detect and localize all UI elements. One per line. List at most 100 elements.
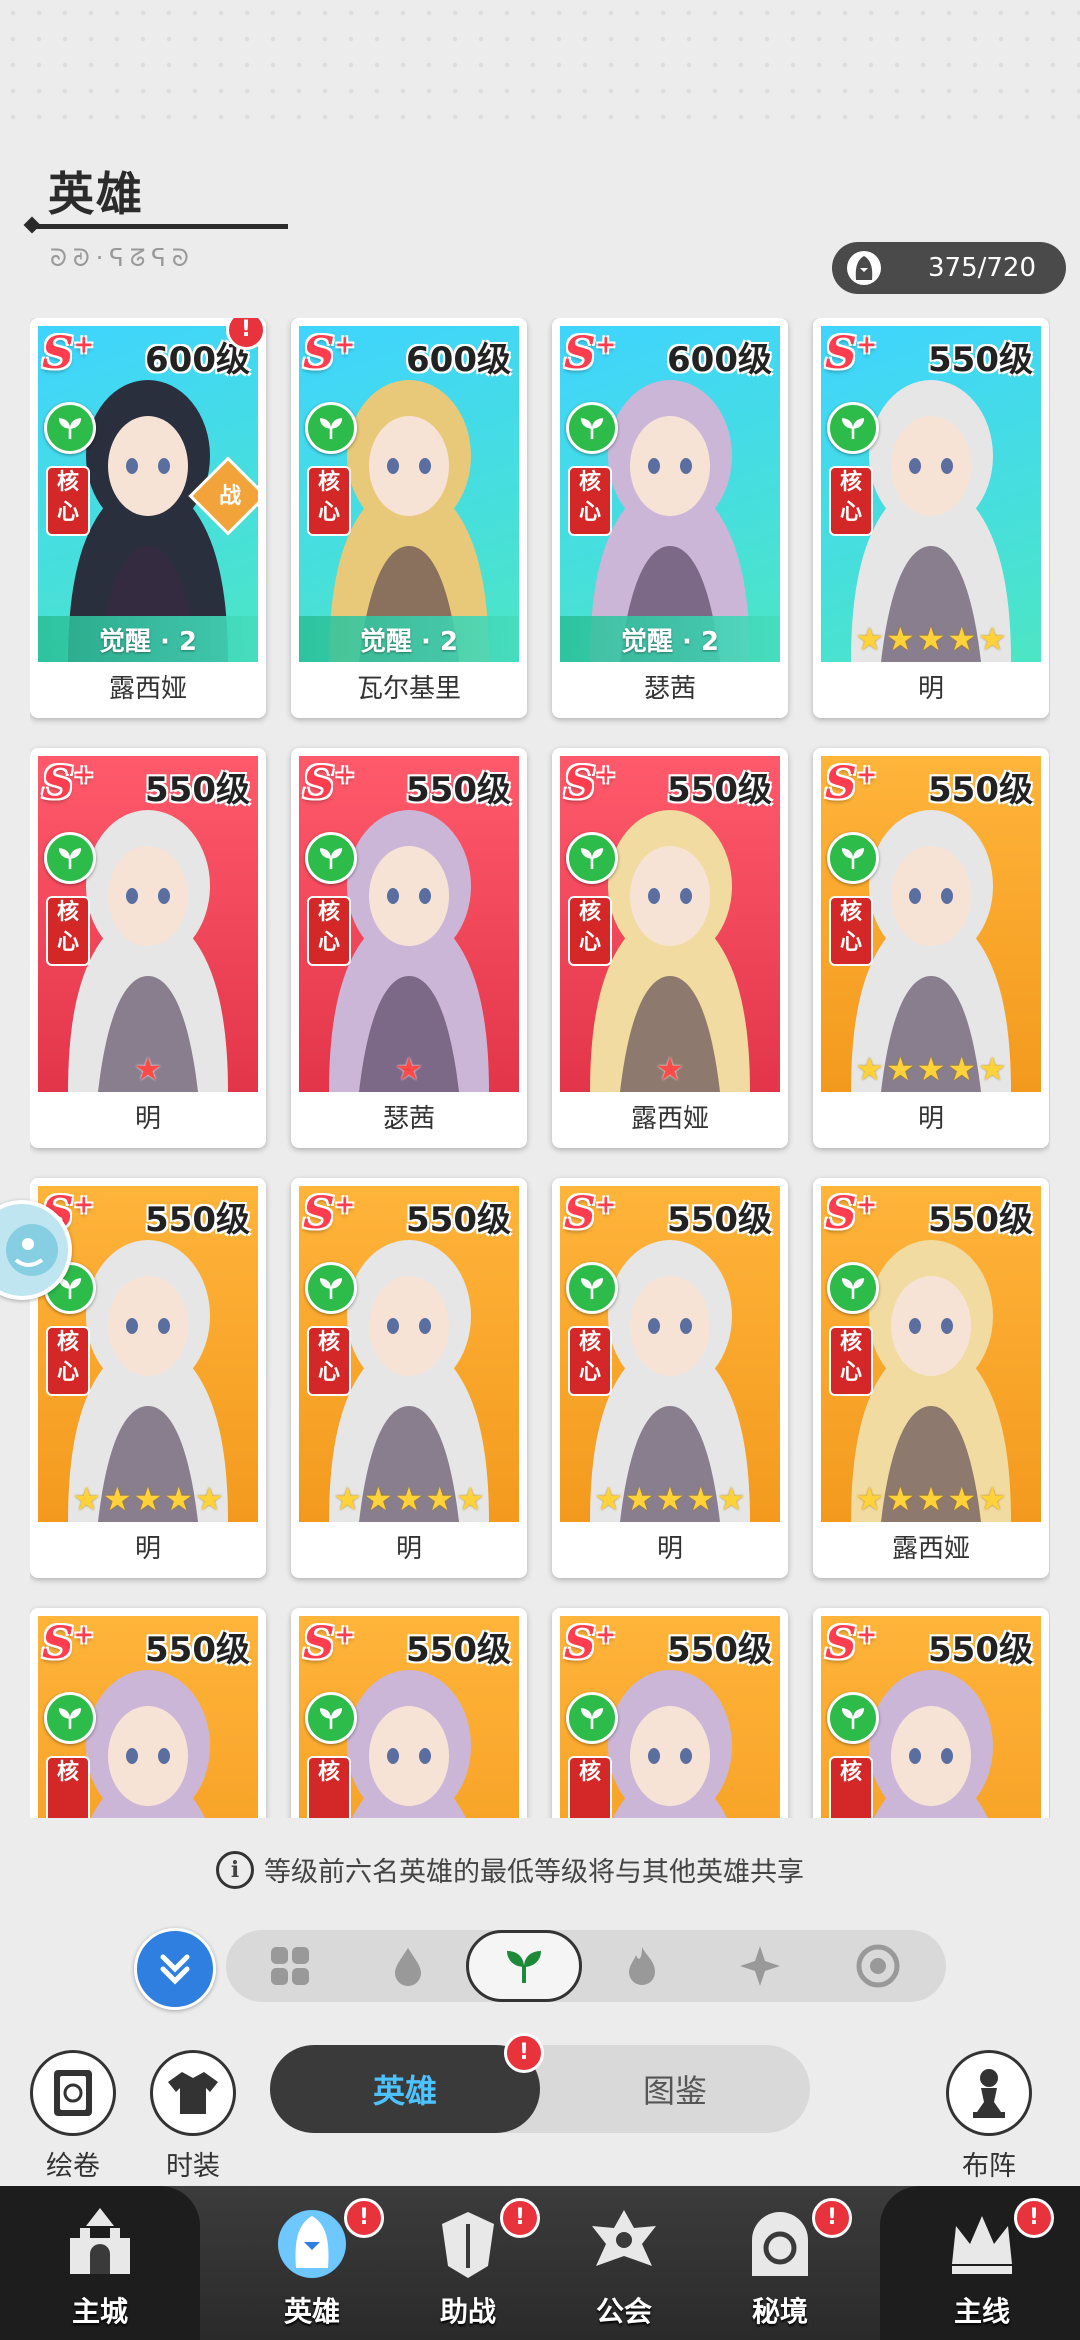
- page-header: 英雄 ᘐᘑ·ᕋᘔᕋᘐ: [30, 158, 288, 272]
- costume-button[interactable]: [150, 2050, 236, 2136]
- filter-fire[interactable]: [584, 1930, 700, 2002]
- hero-card[interactable]: S+ 550级核: [813, 1608, 1049, 1818]
- hero-card[interactable]: S+ 550级 核心 ★ 露西娅: [552, 748, 788, 1148]
- star-icon: ★: [978, 1480, 1007, 1518]
- core-tag: 核心: [46, 896, 90, 966]
- leaf-icon: [58, 1708, 82, 1730]
- all-grid-icon: [271, 1947, 309, 1985]
- star-icon: ★: [394, 1050, 424, 1088]
- star-icon: ★: [425, 1480, 455, 1518]
- hero-card[interactable]: S+ 600级 核心 觉醒 · 2 瑟茜: [552, 318, 788, 718]
- expand-filter-button[interactable]: [134, 1928, 216, 2010]
- hero-card[interactable]: S+ 550级核心 ★ 明: [30, 748, 266, 1148]
- core-tag: 核心: [568, 1326, 612, 1396]
- leaf-icon: [580, 1708, 604, 1730]
- hero-level: 550级: [145, 770, 250, 810]
- hero-count-value: 375/720: [927, 253, 1036, 283]
- chess-pawn-icon: [973, 2069, 1005, 2118]
- nature-element-icon: [827, 1692, 879, 1744]
- title-underline: [34, 224, 288, 229]
- star-icon: ★: [885, 1480, 915, 1518]
- hero-name: 明: [917, 674, 944, 704]
- hero-portrait: S+ 600级 核心 觉醒 · 2: [299, 326, 519, 662]
- hero-name: 明: [134, 1534, 161, 1564]
- guild-icon: [592, 2210, 656, 2266]
- rarity-badge: S+: [42, 1618, 94, 1669]
- filter-water[interactable]: [350, 1930, 466, 2002]
- core-tag: 核心: [307, 896, 351, 966]
- leaf-icon: [841, 418, 865, 440]
- core-tag: 核心: [307, 466, 351, 536]
- nav-item-5[interactable]: 秘境!: [702, 2186, 858, 2340]
- nav-label: 主城: [71, 2295, 128, 2328]
- hero-card[interactable]: S+ 550级核: [291, 1608, 527, 1818]
- hero-card[interactable]: S+ 550级 核心 ★ ★ ★ ★ ★ 露西娅: [813, 1178, 1049, 1578]
- hero-card[interactable]: S+ 550级核: [552, 1608, 788, 1818]
- hero-level: 550级: [406, 1200, 511, 1240]
- hero-portrait: S+ 550级 核心 ★ ★ ★ ★ ★: [821, 1186, 1041, 1522]
- book-icon: [54, 2070, 92, 2116]
- hero-name: 明: [656, 1534, 683, 1564]
- leaf-icon: [580, 1278, 604, 1300]
- nature-element-icon: [305, 1262, 357, 1314]
- star-rating: ★ ★ ★ ★ ★: [560, 1476, 780, 1522]
- hero-level: 600级: [406, 340, 511, 380]
- armor-icon: [442, 2212, 494, 2278]
- floating-assistant-icon[interactable]: [0, 1200, 72, 1300]
- nature-element-icon: [566, 1692, 618, 1744]
- header-decoration: [0, 0, 1080, 120]
- rarity-badge: S+: [825, 1618, 877, 1669]
- rarity-badge: S+: [564, 1188, 616, 1239]
- hero-name: 明: [134, 1104, 161, 1134]
- hero-level: 550级: [406, 1630, 511, 1670]
- nav-item-4[interactable]: 公会: [546, 2186, 702, 2340]
- hero-card[interactable]: S+ 600级 核心战觉醒 · 2 露西娅: [30, 318, 266, 718]
- star-icon: ★: [978, 1050, 1007, 1088]
- nav-item-6[interactable]: 主线!: [904, 2186, 1060, 2340]
- hero-grid: S+ 600级 核心战觉醒 · 2 露西娅! S+ 600级 核心 觉醒 · 2 瓦尔基里 S+ 6…: [30, 318, 1050, 1818]
- core-tag: 核: [307, 1756, 351, 1818]
- nav-item-2[interactable]: 英雄!: [234, 2186, 390, 2340]
- nav-item-3[interactable]: 助战!: [390, 2186, 546, 2340]
- star-icon: ★: [855, 1480, 884, 1518]
- rarity-badge: S+: [825, 758, 877, 809]
- hero-card[interactable]: S+ 550级 核心 ★ ★ ★ ★ ★ 明: [813, 318, 1049, 718]
- tab-heroes[interactable]: 英雄: [270, 2045, 540, 2133]
- star-rating: ★: [38, 1046, 258, 1092]
- rarity-badge: S+: [564, 1618, 616, 1669]
- hero-card[interactable]: S+ 550级 核心 ★ ★ ★ ★ ★ 明: [291, 1178, 527, 1578]
- tab-collection[interactable]: 图鉴: [540, 2045, 810, 2133]
- rarity-badge: S+: [42, 758, 94, 809]
- hero-name: 露西娅: [630, 1104, 709, 1134]
- star-icon: ★: [655, 1050, 685, 1088]
- hero-card[interactable]: S+ 600级 核心 觉醒 · 2 瓦尔基里: [291, 318, 527, 718]
- bottom-toolbar: 绘卷 时装 英雄 图鉴 ! 布阵: [0, 2033, 1080, 2182]
- core-tag: 核: [46, 1756, 90, 1818]
- hero-level: 600级: [667, 340, 772, 380]
- hero-name: 瑟茜: [643, 674, 696, 704]
- star-icon: ★: [947, 620, 977, 658]
- filter-light[interactable]: [702, 1930, 818, 2002]
- hero-name: 露西娅: [891, 1534, 970, 1564]
- scroll-button[interactable]: [30, 2050, 116, 2136]
- filter-dark[interactable]: [820, 1930, 936, 2002]
- nav-label: 助战: [439, 2295, 496, 2328]
- filter-all[interactable]: [232, 1930, 348, 2002]
- formation-button[interactable]: [946, 2050, 1032, 2136]
- nature-element-icon: [827, 402, 879, 454]
- leaf-icon: [841, 1708, 865, 1730]
- filter-nature[interactable]: [466, 1930, 582, 2002]
- hero-card[interactable]: S+ 550级 核心 ★ ★ ★ ★ ★ 明: [552, 1178, 788, 1578]
- hero-card[interactable]: S+ 550级核: [30, 1608, 266, 1818]
- hero-card[interactable]: S+ 550级 核心 ★ ★ ★ ★ ★ 明: [813, 748, 1049, 1148]
- dark-icon: [856, 1944, 900, 1988]
- nav-item-1[interactable]: 主城: [22, 2186, 178, 2340]
- hero-card[interactable]: S+ 550级 核心 ★ 瑟茜: [291, 748, 527, 1148]
- nature-element-icon: [827, 832, 879, 884]
- double-chevron-down-icon: [160, 1954, 190, 1985]
- star-icon: ★: [855, 1050, 884, 1088]
- core-tag: 核心: [829, 896, 873, 966]
- nature-element-icon: [305, 1692, 357, 1744]
- leaf-icon: [58, 848, 82, 870]
- hero-level: 550级: [928, 1200, 1033, 1240]
